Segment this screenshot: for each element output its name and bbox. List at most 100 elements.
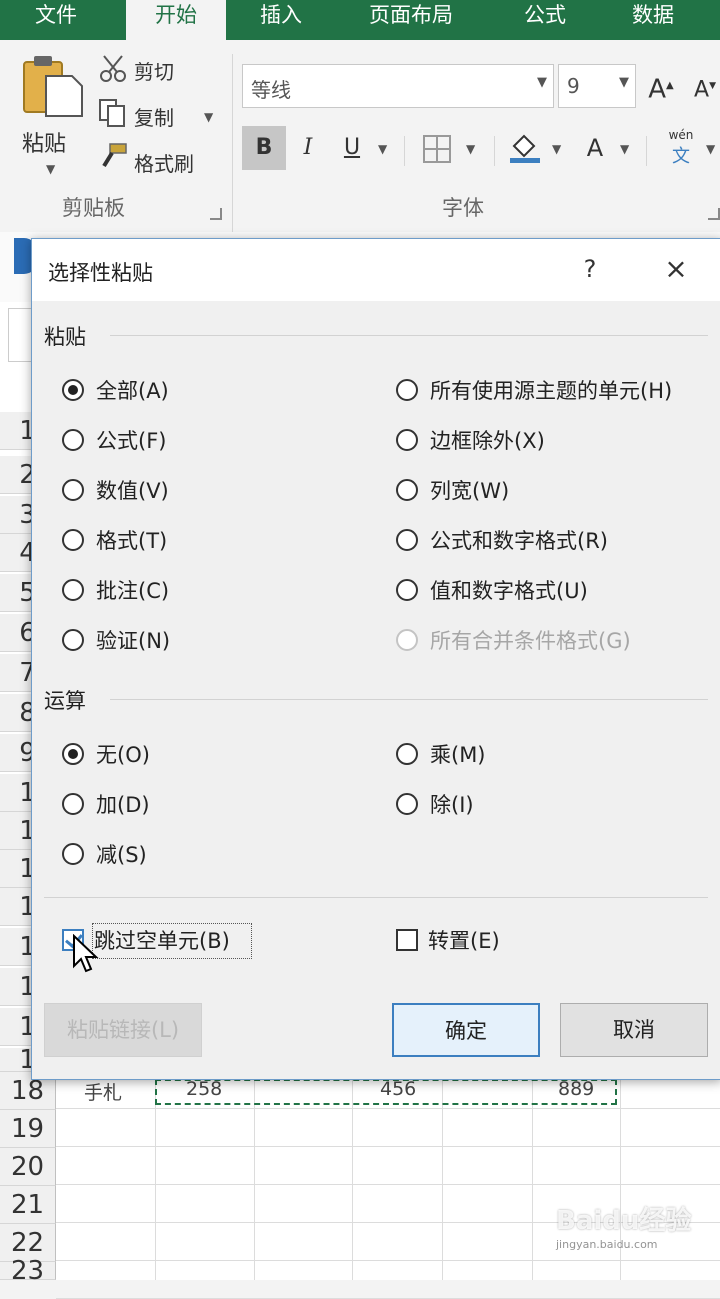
copy-button[interactable]: 复制 — [134, 102, 174, 131]
radio-indicator — [62, 629, 84, 651]
ribbon-tab-bar: 文件 开始 插入 页面布局 公式 数据 — [0, 0, 720, 40]
fill-color-dropdown-icon[interactable]: ▼ — [552, 142, 561, 156]
cut-icon — [100, 55, 126, 82]
radio-label: 批注(C) — [96, 579, 170, 603]
dialog-titlebar[interactable]: 选择性粘贴 ? × — [32, 239, 720, 301]
radio-label: 验证(N) — [96, 629, 171, 653]
phonetic-top-text: wén — [668, 128, 694, 142]
cancel-button[interactable]: 取消 — [560, 1003, 708, 1057]
radio-indicator — [396, 379, 418, 401]
radio-label: 所有合并条件格式(G) — [430, 629, 631, 653]
radio-indicator — [62, 843, 84, 865]
radio-indicator — [396, 743, 418, 765]
cut-button[interactable]: 剪切 — [134, 56, 174, 85]
format-painter-button[interactable]: 格式刷 — [134, 148, 194, 177]
section-divider — [110, 699, 708, 700]
phonetic-guide-button[interactable]: wén 文 — [664, 128, 698, 172]
radio-indicator — [396, 629, 418, 651]
paste-label: 粘贴 — [22, 132, 67, 157]
tab-insert[interactable]: 插入 — [236, 0, 326, 40]
shrink-font-button[interactable]: A▼ — [690, 64, 720, 108]
radio-indicator — [62, 479, 84, 501]
operation-section-label: 运算 — [44, 689, 86, 713]
bold-button[interactable]: B — [242, 126, 286, 170]
clipboard-group-label: 剪贴板 — [62, 196, 125, 220]
format-painter-icon — [102, 143, 127, 168]
tab-file[interactable]: 文件 — [0, 0, 112, 40]
radio-label: 列宽(W) — [430, 479, 510, 503]
radio-label: 数值(V) — [96, 479, 169, 503]
fill-color-icon[interactable] — [508, 130, 542, 164]
phonetic-dropdown-icon[interactable]: ▼ — [706, 142, 715, 156]
group-separator — [404, 136, 405, 166]
row-header[interactable]: 19 — [0, 1110, 56, 1148]
radio-label: 公式(F) — [96, 429, 167, 453]
radio-label: 加(D) — [96, 793, 150, 817]
copy-icon — [99, 99, 125, 127]
copy-marquee — [155, 1079, 617, 1105]
font-color-dropdown-icon[interactable]: ▼ — [620, 142, 629, 156]
radio-label: 格式(T) — [96, 529, 168, 553]
watermark-brand: Baidu经验 — [556, 1206, 692, 1236]
paste-section-label: 粘贴 — [44, 325, 86, 349]
watermark-url: jingyan.baidu.com — [556, 1238, 658, 1251]
group-separator — [232, 54, 233, 232]
section-divider — [44, 897, 708, 898]
underline-button[interactable]: U — [332, 126, 372, 170]
tab-data[interactable]: 数据 — [608, 0, 698, 40]
mouse-cursor-icon — [73, 934, 99, 973]
tab-formulas[interactable]: 公式 — [500, 0, 590, 40]
checkbox-label: 转置(E) — [428, 929, 500, 953]
dialog-title: 选择性粘贴 — [48, 261, 153, 285]
paste-dropdown-icon[interactable]: ▼ — [46, 162, 55, 176]
radio-indicator — [396, 793, 418, 815]
font-size-combo[interactable]: 9 ▼ — [558, 64, 636, 108]
font-dialog-launcher[interactable] — [708, 208, 720, 220]
ok-button[interactable]: 确定 — [392, 1003, 540, 1057]
row-header[interactable]: 20 — [0, 1148, 56, 1186]
chevron-down-icon[interactable]: ▼ — [537, 75, 547, 90]
font-color-button[interactable]: A — [580, 126, 610, 170]
radio-indicator — [62, 379, 84, 401]
help-button[interactable]: ? — [570, 249, 610, 289]
radio-indicator — [62, 793, 84, 815]
radio-label: 值和数字格式(U) — [430, 579, 588, 603]
group-separator — [646, 136, 647, 166]
radio-label: 乘(M) — [430, 743, 486, 767]
ribbon: 粘贴 ▼ 剪切 复制 ▼ 格式刷 剪贴板 等线 ▼ 9 ▼ A▲ A▼ B I … — [0, 40, 720, 233]
borders-icon[interactable] — [422, 134, 452, 164]
paste-button[interactable]: 粘贴 ▼ — [14, 54, 84, 184]
paste-link-button[interactable]: 粘贴链接(L) — [44, 1003, 202, 1057]
cell-a18[interactable]: 手札 — [84, 1078, 122, 1105]
radio-indicator — [396, 429, 418, 451]
italic-button[interactable]: I — [288, 126, 328, 170]
radio-indicator — [62, 743, 84, 765]
chevron-down-icon[interactable]: ▼ — [619, 75, 629, 90]
font-name-value: 等线 — [251, 78, 291, 102]
close-button[interactable]: × — [654, 249, 698, 289]
row-header[interactable]: 21 — [0, 1186, 56, 1224]
radio-indicator — [62, 429, 84, 451]
group-separator — [494, 136, 495, 166]
borders-dropdown-icon[interactable]: ▼ — [466, 142, 475, 156]
paste-special-dialog: 选择性粘贴 ? × 粘贴 全部(A) 公式(F) 数值(V) 格式(T) 批注(… — [31, 238, 720, 1080]
radio-label: 全部(A) — [96, 379, 169, 403]
radio-indicator — [396, 579, 418, 601]
radio-indicator — [62, 529, 84, 551]
checkbox-indicator — [396, 929, 418, 951]
grow-font-button[interactable]: A▲ — [646, 64, 676, 108]
radio-label: 所有使用源主题的单元(H) — [430, 379, 673, 403]
clipboard-dialog-launcher[interactable] — [210, 208, 222, 220]
section-divider — [110, 335, 708, 336]
row-header[interactable]: 23 — [0, 1258, 56, 1284]
paste-icon — [23, 56, 83, 117]
font-name-combo[interactable]: 等线 ▼ — [242, 64, 554, 108]
radio-label: 减(S) — [96, 843, 147, 867]
tab-home[interactable]: 开始 — [126, 0, 226, 40]
font-group-label: 字体 — [442, 196, 484, 220]
copy-dropdown-icon[interactable]: ▼ — [204, 110, 213, 124]
radio-label: 除(I) — [430, 793, 474, 817]
underline-dropdown-icon[interactable]: ▼ — [378, 142, 387, 156]
tab-page-layout[interactable]: 页面布局 — [346, 0, 476, 40]
phonetic-bottom-text: 文 — [672, 146, 690, 167]
